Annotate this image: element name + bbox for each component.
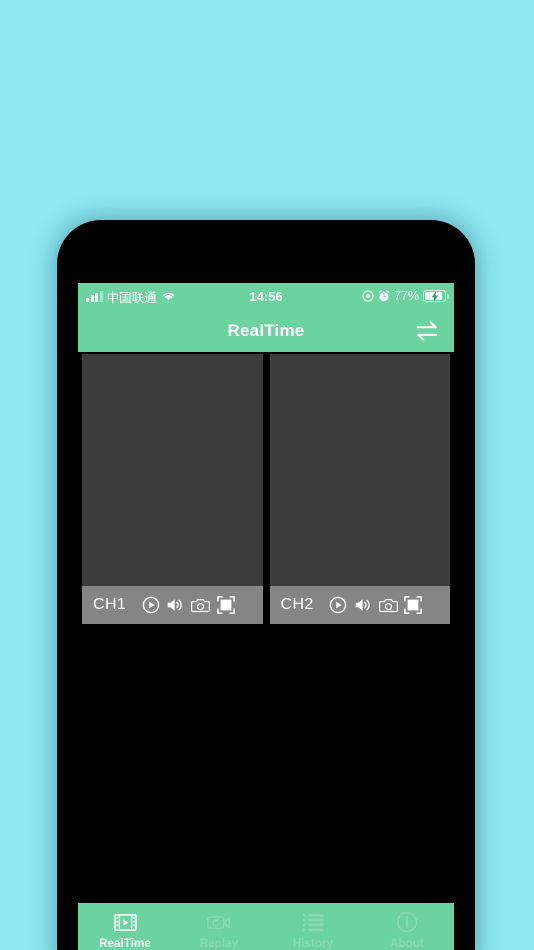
- channel-label: CH1: [93, 596, 127, 613]
- tab-label: RealTime: [99, 938, 151, 950]
- video-surface-ch2[interactable]: [269, 354, 450, 586]
- video-surface-ch1[interactable]: [82, 354, 263, 586]
- video-controls-ch1: CH1: [82, 586, 263, 624]
- bullet-list-icon: [302, 910, 325, 934]
- wifi-icon: [161, 290, 176, 302]
- snapshot-button[interactable]: [376, 593, 401, 617]
- fullscreen-button[interactable]: [401, 593, 426, 617]
- audio-button[interactable]: [163, 593, 188, 617]
- fullscreen-button[interactable]: [213, 593, 238, 617]
- tab-label: About: [390, 938, 424, 950]
- alarm-clock-icon: [378, 289, 390, 302]
- snapshot-button[interactable]: [188, 593, 213, 617]
- play-button[interactable]: [326, 593, 351, 617]
- swap-arrows-icon[interactable]: [412, 318, 442, 344]
- info-circle-icon: [396, 910, 418, 934]
- video-panel-ch2[interactable]: CH2: [269, 354, 450, 624]
- play-button[interactable]: [138, 593, 163, 617]
- video-panel-ch1[interactable]: CH1: [82, 354, 263, 624]
- tab-label: History: [292, 938, 334, 950]
- battery-charging-icon: [423, 290, 449, 302]
- tab-label: Replay: [199, 938, 239, 950]
- signal-bars-icon: [86, 290, 103, 302]
- video-replay-icon: [207, 910, 231, 934]
- status-bar-right: 77%: [362, 289, 449, 303]
- status-bar: 中国联通 14:56 77%: [78, 283, 454, 309]
- tab-replay[interactable]: Replay: [172, 903, 266, 950]
- carrier-name: 中国联通: [106, 290, 157, 305]
- tab-about[interactable]: About: [360, 903, 454, 950]
- content-area: CH1 CH2: [78, 352, 454, 903]
- phone-device-frame: 中国联通 14:56 77% RealTime CH1 CH2 RealTime…: [57, 220, 475, 950]
- audio-button[interactable]: [351, 593, 376, 617]
- page-title: RealTime: [227, 320, 305, 340]
- channel-label: CH2: [280, 596, 314, 613]
- video-controls-ch2: CH2: [269, 586, 450, 624]
- location-services-icon: [362, 290, 374, 302]
- battery-percentage: 77%: [393, 289, 419, 303]
- phone-screen: 中国联通 14:56 77% RealTime CH1 CH2 RealTime…: [78, 283, 454, 950]
- status-bar-left: 中国联通: [86, 287, 176, 306]
- video-grid: CH1 CH2: [78, 352, 454, 624]
- bottom-tab-bar: RealTime Replay History About: [78, 903, 454, 950]
- tab-realtime[interactable]: RealTime: [78, 903, 172, 950]
- film-strip-play-icon: [113, 910, 137, 934]
- navigation-bar: RealTime: [78, 309, 454, 352]
- tab-history[interactable]: History: [266, 903, 360, 950]
